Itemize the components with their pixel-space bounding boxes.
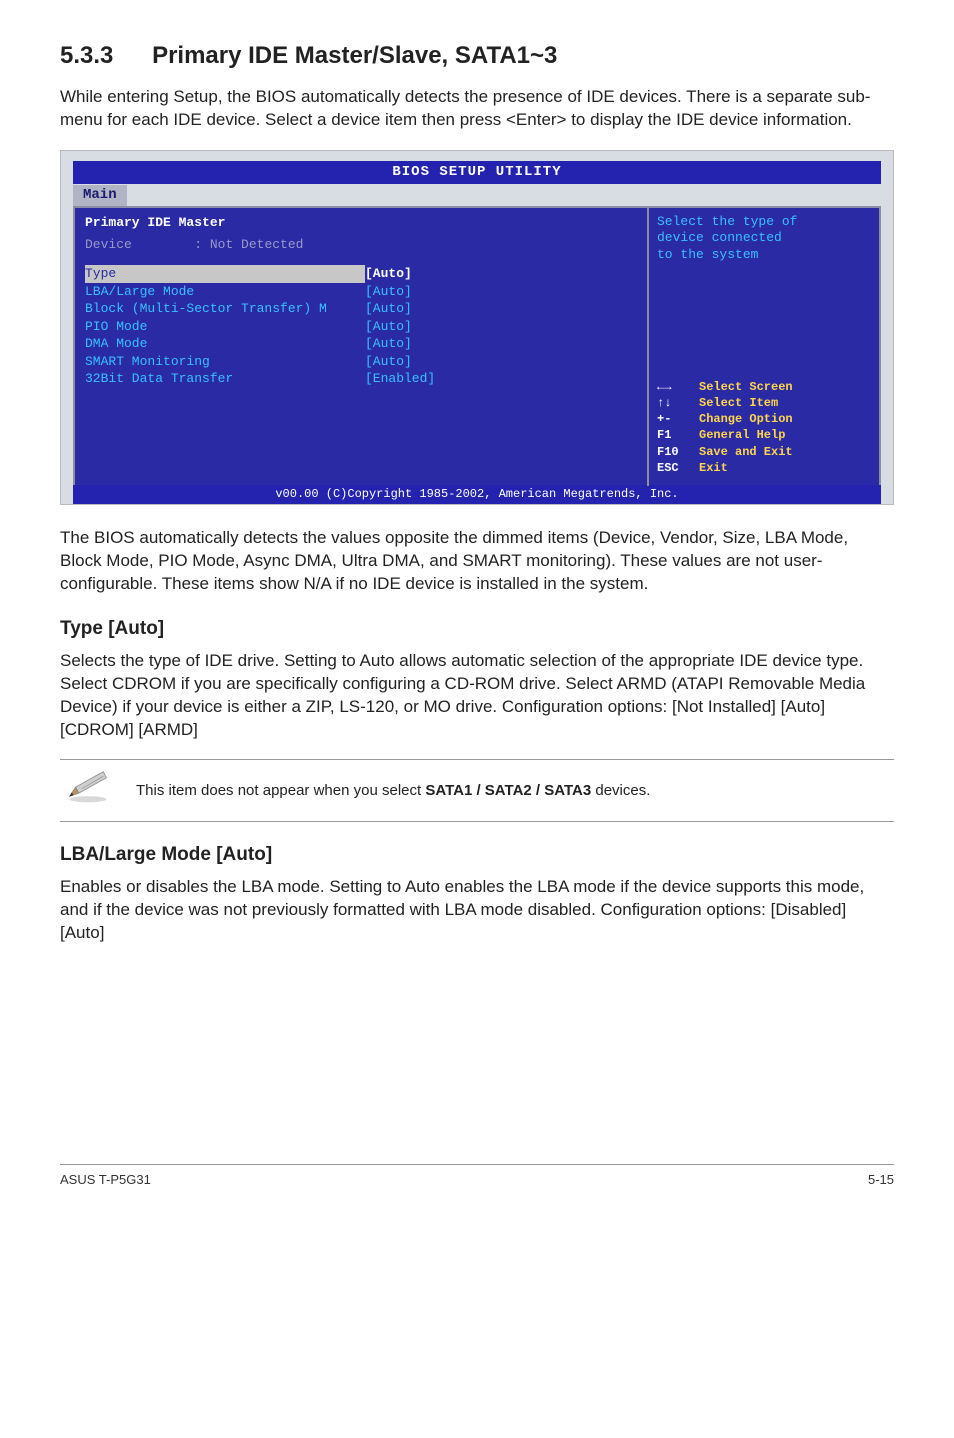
- bios-key-row: ↑↓Select Item: [657, 395, 871, 411]
- type-heading: Type [Auto]: [60, 616, 894, 642]
- bios-device-label: Device: [85, 237, 132, 252]
- lba-body: Enables or disables the LBA mode. Settin…: [60, 876, 894, 945]
- bios-help-line: to the system: [657, 247, 871, 263]
- bios-key: ↑↓: [657, 395, 699, 411]
- bios-screenshot: BIOS SETUP UTILITY Main Primary IDE Mast…: [60, 150, 894, 505]
- bios-setting-label: LBA/Large Mode: [85, 283, 365, 301]
- after-bios-paragraph: The BIOS automatically detects the value…: [60, 527, 894, 596]
- bios-key-desc: General Help: [699, 427, 785, 443]
- bios-key-row: ESCExit: [657, 460, 871, 476]
- note-bold: SATA1 / SATA2 / SATA3: [425, 782, 591, 799]
- bios-key-row: ←→Select Screen: [657, 379, 871, 395]
- bios-setting-label: SMART Monitoring: [85, 353, 365, 371]
- bios-key-desc: Change Option: [699, 411, 793, 427]
- bios-body: Primary IDE Master Device : Not Detected…: [73, 206, 881, 486]
- section-number: 5.3.3: [60, 40, 113, 72]
- bios-tab-main[interactable]: Main: [73, 185, 127, 206]
- bios-key: ESC: [657, 460, 699, 476]
- bios-copyright-bar: v00.00 (C)Copyright 1985-2002, American …: [73, 485, 881, 504]
- bios-setting-label: DMA Mode: [85, 335, 365, 353]
- bios-setting-value: [Auto]: [365, 353, 412, 371]
- bios-setting-row[interactable]: PIO Mode[Auto]: [85, 318, 637, 336]
- note-text: This item does not appear when you selec…: [136, 781, 890, 801]
- bios-key-row: +-Change Option: [657, 411, 871, 427]
- bios-setting-value: [Enabled]: [365, 370, 435, 388]
- bios-setting-label: 32Bit Data Transfer: [85, 370, 365, 388]
- bios-setting-row[interactable]: 32Bit Data Transfer[Enabled]: [85, 370, 637, 388]
- bios-key: +-: [657, 411, 699, 427]
- bios-setting-label: PIO Mode: [85, 318, 365, 336]
- bios-key: F1: [657, 427, 699, 443]
- bios-left-pane: Primary IDE Master Device : Not Detected…: [75, 208, 649, 486]
- page-footer: ASUS T-P5G31 5-15: [60, 1164, 894, 1189]
- intro-paragraph: While entering Setup, the BIOS automatic…: [60, 86, 894, 132]
- bios-setting-row[interactable]: DMA Mode[Auto]: [85, 335, 637, 353]
- bios-setting-value: [Auto]: [365, 335, 412, 353]
- bios-key-desc: Exit: [699, 460, 728, 476]
- bios-setting-row[interactable]: LBA/Large Mode[Auto]: [85, 283, 637, 301]
- bios-help-line: device connected: [657, 230, 871, 246]
- bios-setting-row[interactable]: Type[Auto]: [85, 265, 637, 283]
- bios-setting-value: [Auto]: [365, 265, 412, 283]
- bios-device-value: : Not Detected: [194, 237, 303, 252]
- bios-setting-value: [Auto]: [365, 318, 412, 336]
- note-callout: This item does not appear when you selec…: [60, 759, 894, 822]
- bios-right-pane: Select the type ofdevice connectedto the…: [649, 208, 879, 486]
- bios-key-row: F10Save and Exit: [657, 444, 871, 460]
- bios-setting-value: [Auto]: [365, 300, 412, 318]
- bios-setting-row[interactable]: SMART Monitoring[Auto]: [85, 353, 637, 371]
- bios-help-line: Select the type of: [657, 214, 871, 230]
- bios-key: ←→: [657, 379, 699, 395]
- bios-setting-row[interactable]: Block (Multi-Sector Transfer) M[Auto]: [85, 300, 637, 318]
- bios-key-desc: Select Screen: [699, 379, 793, 395]
- footer-left: ASUS T-P5G31: [60, 1171, 151, 1189]
- bios-key-row: F1General Help: [657, 427, 871, 443]
- bios-panel-title: Primary IDE Master: [85, 214, 637, 232]
- type-body: Selects the type of IDE drive. Setting t…: [60, 650, 894, 742]
- footer-right: 5-15: [868, 1171, 894, 1189]
- bios-setting-label: Type: [85, 265, 365, 283]
- note-suffix: devices.: [591, 782, 650, 799]
- bios-setting-label: Block (Multi-Sector Transfer) M: [85, 300, 365, 318]
- bios-device-line: Device : Not Detected: [85, 236, 637, 254]
- lba-heading: LBA/Large Mode [Auto]: [60, 842, 894, 868]
- bios-key-legend: ←→Select Screen↑↓Select Item+-Change Opt…: [657, 379, 871, 476]
- bios-setting-value: [Auto]: [365, 283, 412, 301]
- bios-title-bar: BIOS SETUP UTILITY: [73, 161, 881, 184]
- bios-key-desc: Save and Exit: [699, 444, 793, 460]
- bios-key: F10: [657, 444, 699, 460]
- note-prefix: This item does not appear when you selec…: [136, 782, 425, 799]
- bios-help-text: Select the type ofdevice connectedto the…: [657, 214, 871, 263]
- section-title-text: Primary IDE Master/Slave, SATA1~3: [152, 42, 557, 69]
- bios-key-desc: Select Item: [699, 395, 778, 411]
- pencil-icon: [64, 770, 112, 811]
- section-heading: 5.3.3 Primary IDE Master/Slave, SATA1~3: [60, 40, 894, 72]
